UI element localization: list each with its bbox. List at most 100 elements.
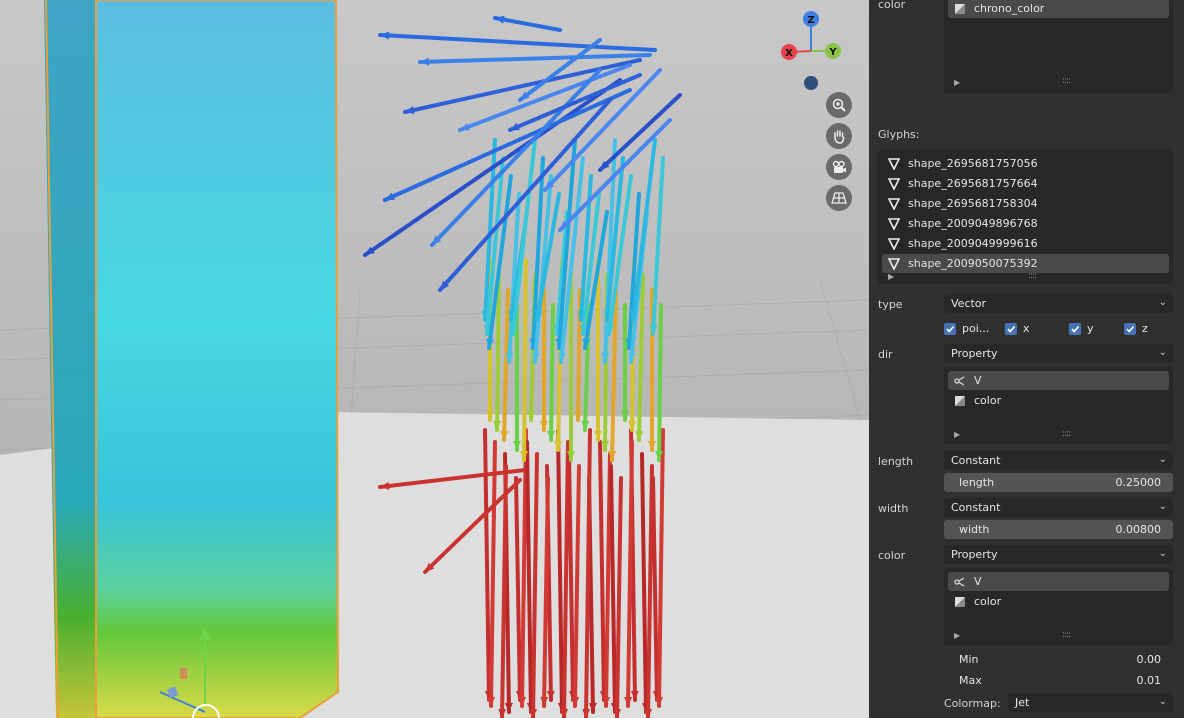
length-mode-value: Constant xyxy=(951,454,1001,467)
list-item[interactable]: V xyxy=(948,572,1169,591)
width-field[interactable]: width 0.00800 xyxy=(944,520,1173,539)
z-axis-label: Z xyxy=(807,15,814,26)
width-mode-value: Constant xyxy=(951,501,1001,514)
attribute-icon xyxy=(954,375,966,387)
list-item[interactable]: V xyxy=(948,371,1169,390)
3d-viewport[interactable]: Z X Y xyxy=(0,0,869,718)
component-checkbox[interactable]: poi... xyxy=(944,322,989,335)
list-item[interactable]: chrono_color xyxy=(948,0,1169,18)
cube-front-face xyxy=(95,0,340,718)
glyph-name: shape_2009049896768 xyxy=(908,217,1038,230)
expand-arrow-icon[interactable]: ▶ xyxy=(954,631,960,640)
colormap-dropdown[interactable]: Jet ⌄ xyxy=(1008,693,1173,712)
neg-z-axis-handle[interactable] xyxy=(804,76,818,90)
width-label: width xyxy=(878,502,909,515)
resize-grip[interactable]: :::: xyxy=(1062,429,1071,439)
width-dropdown[interactable]: Constant ⌄ xyxy=(944,498,1173,517)
x-axis-label: X xyxy=(785,48,793,59)
dir-dropdown[interactable]: Property ⌄ xyxy=(944,344,1173,363)
glyph-shape-icon xyxy=(887,197,901,211)
list-item[interactable]: color xyxy=(948,391,1169,410)
color-label: color xyxy=(878,549,906,562)
width-field-value: 0.00800 xyxy=(1115,523,1162,536)
vertex-color-icon xyxy=(954,596,966,608)
min-value: 0.00 xyxy=(1136,653,1162,666)
vector-arrow xyxy=(522,258,528,462)
checkmark-icon xyxy=(944,322,956,335)
length-label: length xyxy=(878,455,914,468)
scene-render[interactable] xyxy=(0,0,869,718)
color-dropdown[interactable]: Property ⌄ xyxy=(944,545,1173,564)
chevron-down-icon: ⌄ xyxy=(1158,501,1167,512)
glyph-shape-icon xyxy=(887,257,901,271)
navigation-gizmo[interactable]: Z X Y xyxy=(778,8,848,98)
glyph-shape-icon xyxy=(887,177,901,191)
properties-panel: color chrono_color ▶ :::: Glyphs: ▶ ::::… xyxy=(869,0,1184,718)
glyph-list-item[interactable]: shape_2009050075392 xyxy=(882,254,1169,273)
checkmark-icon xyxy=(1124,322,1136,335)
color-attribute-list[interactable]: V color ▶ :::: xyxy=(944,568,1173,645)
checkbox-label: z xyxy=(1142,322,1148,335)
expand-arrow-icon[interactable]: ▶ xyxy=(954,430,960,439)
expand-arrow-icon[interactable]: ▶ xyxy=(888,272,894,281)
hand-pan-icon[interactable] xyxy=(826,123,852,149)
glyphs-label: Glyphs: xyxy=(878,128,920,141)
length-field-value: 0.25000 xyxy=(1115,476,1162,489)
length-dropdown[interactable]: Constant ⌄ xyxy=(944,451,1173,470)
glyph-name: shape_2695681758304 xyxy=(908,197,1038,210)
dir-value: Property xyxy=(951,347,998,360)
glyph-list-item[interactable]: shape_2695681758304 xyxy=(882,194,1169,213)
width-field-label: width xyxy=(959,523,990,536)
type-dropdown[interactable]: Vector ⌄ xyxy=(944,294,1173,313)
glyph-name: shape_2009050075392 xyxy=(908,257,1038,270)
zoom-icon[interactable] xyxy=(826,92,852,118)
checkbox-label: poi... xyxy=(962,322,990,335)
list-item[interactable]: color xyxy=(948,592,1169,611)
component-checkbox[interactable]: z xyxy=(1124,322,1148,335)
resize-grip[interactable]: :::: xyxy=(1062,630,1071,640)
max-row[interactable]: Max 0.01 xyxy=(944,671,1173,690)
checkmark-icon xyxy=(1069,322,1081,335)
component-checkbox[interactable]: x xyxy=(1005,322,1030,335)
glyph-name: shape_2009049999616 xyxy=(908,237,1038,250)
perspective-grid-icon[interactable] xyxy=(826,185,852,211)
min-label: Min xyxy=(959,653,979,666)
glyph-list-item[interactable]: shape_2009049999616 xyxy=(882,234,1169,253)
checkbox-label: x xyxy=(1023,322,1030,335)
type-value: Vector xyxy=(951,297,987,310)
glyph-shape-icon xyxy=(887,157,901,171)
length-field-label: length xyxy=(959,476,995,489)
length-field[interactable]: length 0.25000 xyxy=(944,473,1173,492)
min-row[interactable]: Min 0.00 xyxy=(944,650,1173,669)
glyphs-list[interactable]: ▶ :::: shape_2695681757056 shape_26956817… xyxy=(878,150,1173,284)
list-item-label: V xyxy=(974,575,982,588)
chevron-down-icon: ⌄ xyxy=(1158,454,1167,465)
glyph-name: shape_2695681757056 xyxy=(908,157,1038,170)
camera-icon[interactable] xyxy=(826,154,852,180)
list-item-label: color xyxy=(974,595,1002,608)
vector-arrow xyxy=(657,303,663,462)
glyph-list-item[interactable]: shape_2695681757664 xyxy=(882,174,1169,193)
y-axis-label: Y xyxy=(828,47,837,58)
glyph-list-item[interactable]: shape_2009049896768 xyxy=(882,214,1169,233)
chevron-down-icon: ⌄ xyxy=(1158,297,1167,308)
list-item-label: chrono_color xyxy=(974,2,1045,15)
glyph-list-item[interactable]: shape_2695681757056 xyxy=(882,154,1169,173)
dir-attribute-list[interactable]: V color ▶ :::: xyxy=(944,367,1173,444)
resize-grip[interactable]: :::: xyxy=(1062,76,1071,86)
glyph-shape-icon xyxy=(887,237,901,251)
expand-arrow-icon[interactable]: ▶ xyxy=(954,78,960,87)
max-value: 0.01 xyxy=(1136,674,1162,687)
checkmark-icon xyxy=(1005,322,1017,335)
max-label: Max xyxy=(959,674,982,687)
colormap-label: Colormap: xyxy=(944,697,1001,710)
checkbox-label: y xyxy=(1087,322,1094,335)
vector-arrow xyxy=(549,303,555,442)
colormap-value: Jet xyxy=(1015,696,1030,709)
dir-label: dir xyxy=(878,348,893,361)
glyph-name: shape_2695681757664 xyxy=(908,177,1038,190)
type-label: type xyxy=(878,298,903,311)
component-checkbox[interactable]: y xyxy=(1069,322,1094,335)
top-color-list[interactable]: chrono_color ▶ :::: xyxy=(944,0,1173,93)
glyph-shape-icon xyxy=(887,217,901,231)
